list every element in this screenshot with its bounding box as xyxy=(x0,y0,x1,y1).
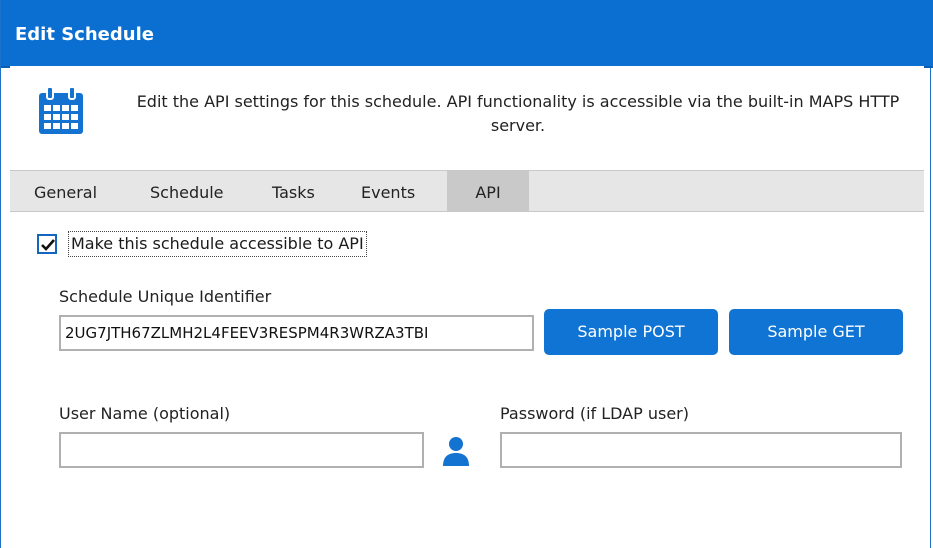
edit-schedule-dialog: Edit Schedule Edit the API settings for … xyxy=(0,0,933,548)
user-icon[interactable] xyxy=(440,435,472,467)
tab-tasks[interactable]: Tasks xyxy=(272,171,315,211)
calendar-icon xyxy=(39,86,83,134)
api-access-checkbox[interactable] xyxy=(37,234,57,254)
tab-events[interactable]: Events xyxy=(361,171,415,211)
password-field[interactable] xyxy=(500,432,902,468)
tab-general[interactable]: General xyxy=(34,171,97,211)
tab-strip: General Schedule Tasks Events API xyxy=(10,171,924,212)
info-description: Edit the API settings for this schedule.… xyxy=(136,92,900,135)
api-access-label[interactable]: Make this schedule accessible to API xyxy=(68,231,367,257)
title-bar[interactable]: Edit Schedule xyxy=(1,0,933,68)
tab-schedule[interactable]: Schedule xyxy=(150,171,224,211)
checkmark-icon xyxy=(41,239,55,251)
sample-post-button[interactable]: Sample POST xyxy=(544,309,718,355)
password-label: Password (if LDAP user) xyxy=(500,404,689,423)
username-label: User Name (optional) xyxy=(59,404,231,423)
username-field[interactable] xyxy=(59,432,424,468)
identifier-field[interactable]: 2UG7JTH67ZLMH2L4FEEV3RESPM4R3WRZA3TBI xyxy=(59,315,534,351)
tab-api[interactable]: API xyxy=(447,171,529,211)
window-title: Edit Schedule xyxy=(15,24,154,45)
api-tab-panel: Make this schedule accessible to API Sch… xyxy=(10,212,924,548)
info-banner: Edit the API settings for this schedule.… xyxy=(10,66,924,171)
identifier-label: Schedule Unique Identifier xyxy=(59,287,272,306)
sample-get-button[interactable]: Sample GET xyxy=(729,309,903,355)
